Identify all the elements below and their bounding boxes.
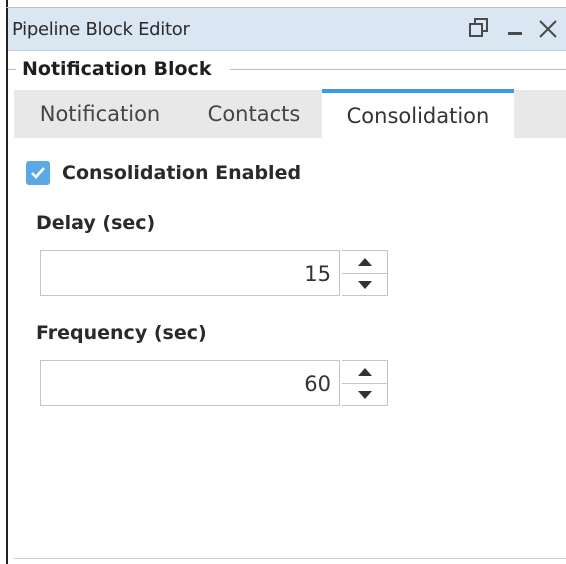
delay-spin-buttons <box>342 250 388 296</box>
minimize-icon[interactable] <box>508 32 522 35</box>
delay-input[interactable]: 15 <box>40 250 340 296</box>
tab-consolidation[interactable]: Consolidation <box>322 89 514 138</box>
checkmark-icon <box>31 167 45 179</box>
group-header: Notification Block <box>8 52 566 86</box>
delay-label: Delay (sec) <box>36 212 156 234</box>
frequency-input[interactable]: 60 <box>40 360 340 406</box>
close-icon[interactable] <box>536 17 560 41</box>
consolidation-enabled-label: Consolidation Enabled <box>62 162 302 184</box>
restore-icon[interactable] <box>468 17 490 39</box>
tab-notification[interactable]: Notification <box>14 90 186 138</box>
arrow-down-icon <box>358 281 372 289</box>
delay-increment-button[interactable] <box>342 251 388 274</box>
consolidation-enabled-checkbox[interactable] <box>26 161 50 185</box>
frequency-spin-buttons <box>342 360 388 406</box>
tab-contacts[interactable]: Contacts <box>186 90 322 138</box>
tab-strip: Notification Contacts Consolidation <box>14 89 566 139</box>
arrow-up-icon <box>358 368 372 376</box>
title-bar[interactable]: Pipeline Block Editor <box>8 8 566 51</box>
window-title: Pipeline Block Editor <box>12 19 190 40</box>
consolidation-enabled-row[interactable]: Consolidation Enabled <box>26 160 301 186</box>
delay-decrement-button[interactable] <box>342 274 388 296</box>
panel-bottom-border <box>14 558 566 559</box>
consolidation-panel <box>14 138 566 558</box>
frequency-stepper: 60 <box>40 360 388 408</box>
group-divider-left <box>8 69 16 70</box>
arrow-down-icon <box>358 391 372 399</box>
group-divider-right <box>230 69 566 70</box>
delay-stepper: 15 <box>40 250 388 298</box>
arrow-up-icon <box>358 258 372 266</box>
frequency-increment-button[interactable] <box>342 361 388 384</box>
frequency-label: Frequency (sec) <box>36 322 207 344</box>
group-title: Notification Block <box>22 58 212 80</box>
frequency-decrement-button[interactable] <box>342 384 388 406</box>
